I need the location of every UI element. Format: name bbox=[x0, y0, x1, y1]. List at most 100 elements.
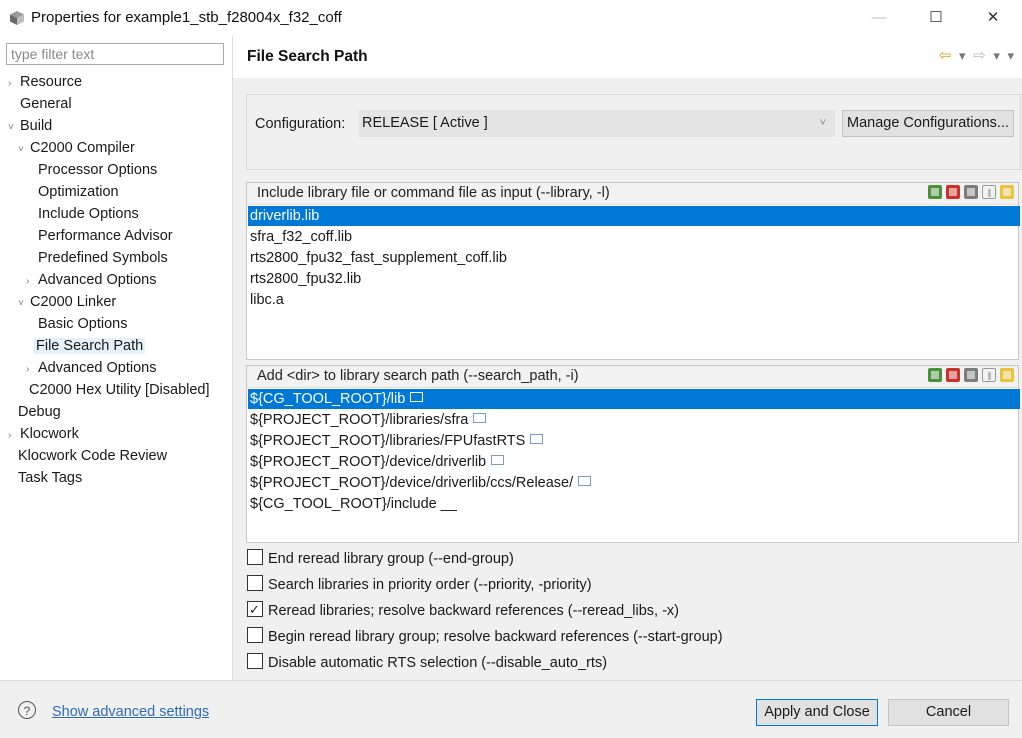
tree-item-build[interactable]: ˅ Build bbox=[8, 116, 54, 137]
disable-auto-rts-checkbox[interactable]: Disable automatic RTS selection (--disab… bbox=[247, 652, 607, 674]
checkbox-label: End reread library group (--end-group) bbox=[268, 551, 514, 567]
tree-item-debug[interactable]: Debug bbox=[16, 402, 63, 423]
cancel-button[interactable]: Cancel bbox=[888, 699, 1009, 726]
more-icon bbox=[473, 413, 487, 424]
move-up-icon[interactable] bbox=[982, 368, 996, 382]
tree-item-label: Debug bbox=[18, 404, 61, 420]
move-down-icon[interactable] bbox=[1000, 368, 1014, 382]
tree-item-label: Processor Options bbox=[38, 162, 158, 178]
collapse-arrow-icon[interactable]: ˅ bbox=[8, 117, 18, 138]
tree-item-linker-advanced-options[interactable]: › Advanced Options bbox=[26, 358, 159, 379]
reread-libs-checkbox[interactable]: Reread libraries; resolve backward refer… bbox=[247, 599, 679, 622]
tree-item-task-tags[interactable]: Task Tags bbox=[16, 468, 84, 489]
checkbox-box[interactable] bbox=[247, 627, 263, 644]
collapse-arrow-icon[interactable]: ˅ bbox=[18, 293, 28, 314]
list-item[interactable]: rts2800_fpu32_fast_supplement_coff.lib bbox=[248, 248, 1020, 268]
apply-and-close-button[interactable]: Apply and Close bbox=[756, 699, 878, 726]
list-item[interactable]: sfra_f32_coff.lib bbox=[248, 227, 1020, 247]
add-icon[interactable] bbox=[928, 185, 942, 199]
history-navigation: ⇦ ▾ ⇨ ▾ ▾ bbox=[935, 46, 1014, 64]
priority-checkbox[interactable]: Search libraries in priority order (--pr… bbox=[247, 574, 592, 596]
tree-item-compiler-advanced-options[interactable]: › Advanced Options bbox=[26, 270, 159, 291]
tree-item-basic-options[interactable]: Basic Options bbox=[36, 314, 129, 335]
checkbox-label: Reread libraries; resolve backward refer… bbox=[268, 603, 679, 619]
manage-configurations-button[interactable]: Manage Configurations... bbox=[842, 110, 1014, 137]
checkbox-box[interactable] bbox=[247, 599, 263, 621]
page-header: File Search Path ⇦ ▾ ⇨ ▾ ▾ bbox=[233, 36, 1022, 78]
configuration-value: RELEASE [ Active ] bbox=[362, 115, 488, 131]
move-down-icon[interactable] bbox=[1000, 185, 1014, 199]
list-item[interactable]: ${CG_TOOL_ROOT}/include __ bbox=[248, 494, 1020, 514]
more-icon bbox=[530, 434, 544, 445]
tree-item-optimization[interactable]: Optimization bbox=[36, 182, 121, 203]
configuration-group: Configuration: RELEASE [ Active ] ˅ Mana… bbox=[246, 94, 1021, 170]
tree-item-resource[interactable]: › Resource bbox=[8, 72, 84, 93]
list-item[interactable]: libc.a bbox=[248, 290, 1020, 310]
tree-item-performance-advisor[interactable]: Performance Advisor bbox=[36, 226, 175, 247]
app-icon bbox=[10, 11, 24, 25]
start-group-checkbox[interactable]: Begin reread library group; resolve back… bbox=[247, 626, 723, 648]
list-item[interactable]: ${PROJECT_ROOT}/libraries/FPUfastRTS bbox=[248, 431, 1020, 451]
list-item[interactable]: ${PROJECT_ROOT}/device/driverlib bbox=[248, 452, 1020, 472]
list-item[interactable]: ${PROJECT_ROOT}/libraries/sfra bbox=[248, 410, 1020, 430]
collapse-arrow-icon[interactable]: ˅ bbox=[18, 139, 28, 160]
tree-item-label: C2000 Hex Utility [Disabled] bbox=[29, 382, 210, 398]
tree-item-label: Performance Advisor bbox=[38, 228, 173, 244]
checkbox-box[interactable] bbox=[247, 549, 263, 566]
tree-item-processor-options[interactable]: Processor Options bbox=[36, 160, 159, 181]
title-bar: Properties for example1_stb_f28004x_f32_… bbox=[0, 0, 1022, 36]
expand-arrow-icon[interactable]: › bbox=[8, 73, 18, 94]
configuration-select[interactable]: RELEASE [ Active ] ˅ bbox=[359, 110, 835, 137]
expand-arrow-icon[interactable]: › bbox=[26, 359, 36, 380]
delete-icon[interactable] bbox=[946, 368, 960, 382]
forward-dropdown-icon[interactable]: ▾ bbox=[993, 48, 1000, 63]
help-icon[interactable]: ? bbox=[18, 701, 36, 719]
tree-item-c2000-linker[interactable]: ˅ C2000 Linker bbox=[18, 292, 118, 313]
tree-item-predefined-symbols[interactable]: Predefined Symbols bbox=[36, 248, 170, 269]
library-list-panel: Include library file or command file as … bbox=[246, 182, 1020, 360]
end-group-checkbox[interactable]: End reread library group (--end-group) bbox=[247, 548, 514, 570]
tree-item-file-search-path[interactable]: File Search Path bbox=[34, 336, 146, 357]
tree-item-label: Build bbox=[20, 118, 53, 134]
tree-item-klocwork[interactable]: › Klocwork bbox=[8, 424, 81, 445]
checkbox-box[interactable] bbox=[247, 653, 263, 670]
tree-item-klocwork-code-review[interactable]: Klocwork Code Review bbox=[16, 446, 169, 467]
back-arrow-icon[interactable]: ⇦ bbox=[939, 47, 952, 64]
library-list-toolbar bbox=[924, 185, 1014, 202]
close-button[interactable]: ✕ bbox=[970, 0, 1016, 36]
tree-item-general[interactable]: General bbox=[8, 94, 74, 115]
edit-icon[interactable] bbox=[964, 368, 978, 382]
back-dropdown-icon[interactable]: ▾ bbox=[959, 48, 966, 63]
checkbox-label: Search libraries in priority order (--pr… bbox=[268, 577, 592, 593]
show-advanced-settings-link[interactable]: Show advanced settings bbox=[52, 704, 209, 720]
checkbox-box[interactable] bbox=[247, 575, 263, 592]
expand-arrow-icon[interactable]: › bbox=[26, 271, 36, 292]
add-icon[interactable] bbox=[928, 368, 942, 382]
filter-input[interactable] bbox=[6, 43, 224, 65]
view-menu-icon[interactable]: ▾ bbox=[1007, 48, 1014, 63]
forward-arrow-icon[interactable]: ⇨ bbox=[973, 47, 986, 64]
tree-item-c2000-hex-utility[interactable]: C2000 Hex Utility [Disabled] bbox=[27, 380, 212, 401]
tree-item-label: Advanced Options bbox=[38, 360, 157, 376]
list-item[interactable]: driverlib.lib bbox=[248, 206, 1020, 226]
delete-icon[interactable] bbox=[946, 185, 960, 199]
tree-item-label: Basic Options bbox=[38, 316, 128, 332]
library-list-title: Include library file or command file as … bbox=[257, 185, 610, 201]
edit-icon[interactable] bbox=[964, 185, 978, 199]
maximize-button[interactable]: ☐ bbox=[913, 0, 959, 36]
tree-item-include-options[interactable]: Include Options bbox=[36, 204, 141, 225]
minimize-button[interactable]: — bbox=[856, 0, 902, 36]
window-title: Properties for example1_stb_f28004x_f32_… bbox=[31, 9, 342, 26]
expand-arrow-icon[interactable]: › bbox=[8, 425, 18, 446]
list-item[interactable]: ${PROJECT_ROOT}/device/driverlib/ccs/Rel… bbox=[248, 473, 1020, 493]
search-path-list-panel: Add <dir> to library search path (--sear… bbox=[246, 365, 1020, 543]
move-up-icon[interactable] bbox=[982, 185, 996, 199]
list-item[interactable]: rts2800_fpu32.lib bbox=[248, 269, 1020, 289]
tree-item-label: C2000 Linker bbox=[30, 294, 117, 310]
list-item[interactable]: ${CG_TOOL_ROOT}/lib bbox=[248, 389, 1020, 409]
list-item-text: ${PROJECT_ROOT}/libraries/FPUfastRTS bbox=[250, 433, 526, 449]
tree-item-label: Klocwork Code Review bbox=[18, 448, 168, 464]
search-path-list-header: Add <dir> to library search path (--sear… bbox=[247, 366, 1018, 388]
tree-item-c2000-compiler[interactable]: ˅ C2000 Compiler bbox=[18, 138, 137, 159]
tree-item-label: Optimization bbox=[38, 184, 119, 200]
